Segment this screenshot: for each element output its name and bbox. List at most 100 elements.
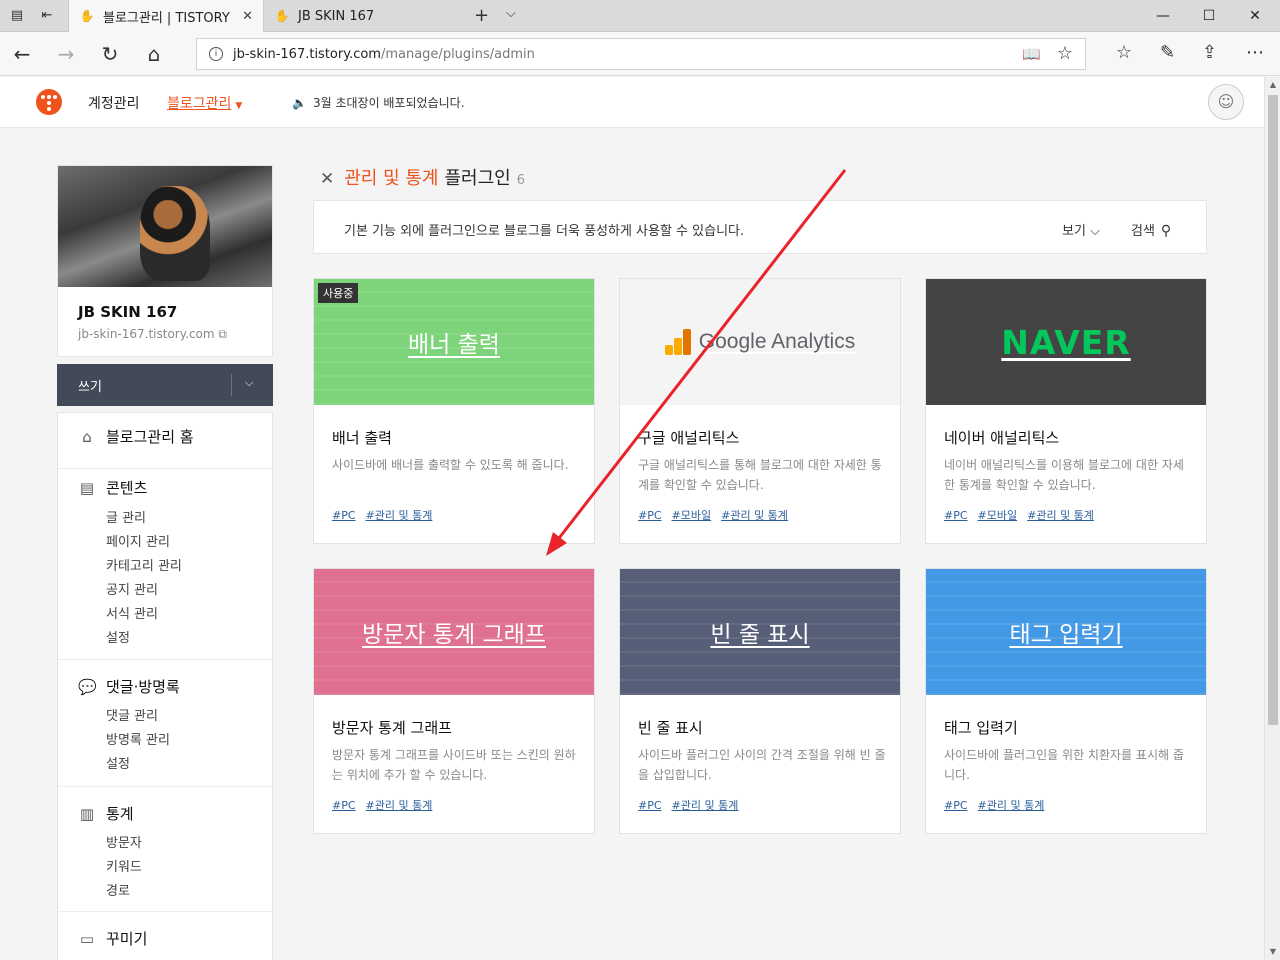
view-dropdown[interactable]: 보기 ⌵: [1062, 220, 1100, 239]
maximize-icon[interactable]: ☐: [1186, 4, 1232, 28]
url-path: /manage/plugins/admin: [380, 46, 535, 62]
sidebar-item-comments-settings[interactable]: 설정: [106, 753, 130, 772]
chevron-down-icon[interactable]: ⌵: [245, 376, 253, 390]
sidebar-item-decorate[interactable]: ▭ 꾸미기: [78, 928, 148, 949]
write-button[interactable]: 쓰기 ⌵: [57, 364, 273, 406]
tag-link[interactable]: #관리 및 통계: [672, 799, 739, 812]
view-label: 보기: [1062, 224, 1086, 239]
divider: [231, 374, 232, 396]
blog-name[interactable]: JB SKIN 167: [78, 303, 177, 321]
plugin-description: 사이드바에 플러그인을 위한 치환자를 표시해 줍니다.: [944, 748, 1184, 782]
share-icon[interactable]: ⇪: [1202, 42, 1217, 63]
minimize-icon[interactable]: —: [1140, 4, 1186, 28]
notice[interactable]: 🔈 3월 초대장이 배포되었습니다.: [292, 94, 465, 111]
address-bar[interactable]: i jb-skin-167.tistory.com/manage/plugins…: [196, 38, 1086, 70]
sidebar-item-guestbook-manage[interactable]: 방명록 관리: [106, 729, 170, 748]
favorite-star-icon[interactable]: ☆: [1057, 43, 1073, 64]
tag-link[interactable]: #PC: [332, 799, 356, 812]
scroll-thumb[interactable]: [1268, 95, 1278, 725]
analytics-bars-icon: [664, 329, 691, 355]
plugin-name: 태그 입력기: [944, 719, 1018, 737]
sidebar-item-contents[interactable]: ▤ 콘텐츠: [78, 477, 148, 498]
naver-logo: NAVER: [1001, 322, 1131, 362]
sidebar-item-visitors[interactable]: 방문자: [106, 832, 142, 851]
tag-link[interactable]: #PC: [332, 509, 356, 522]
plugin-name: 구글 애널리틱스: [638, 429, 740, 447]
tag-link[interactable]: #PC: [638, 799, 662, 812]
tag-link[interactable]: #관리 및 통계: [366, 799, 433, 812]
plugin-card-tag-input[interactable]: 태그 입력기 태그 입력기 사이드바에 플러그인을 위한 치환자를 표시해 줍니…: [925, 568, 1207, 834]
chevron-down-icon[interactable]: ⌵: [506, 6, 516, 21]
plugin-thumbnail[interactable]: 태그 입력기: [926, 569, 1206, 695]
close-icon[interactable]: ✕: [320, 169, 334, 189]
sidebar-item-page-manage[interactable]: 페이지 관리: [106, 531, 170, 550]
info-icon[interactable]: i: [209, 47, 223, 61]
pen-icon[interactable]: ✎: [1160, 42, 1175, 63]
tag-link[interactable]: #모바일: [978, 509, 1018, 522]
browser-nav-bar: ← → ↻ ⌂ i jb-skin-167.tistory.com/manage…: [0, 32, 1280, 76]
refresh-icon[interactable]: ↻: [96, 40, 124, 68]
close-window-icon[interactable]: ✕: [1232, 4, 1278, 28]
plugin-card-google-analytics[interactable]: Google Analytics 구글 애널리틱스 구글 애널리틱스를 통해 블…: [619, 278, 901, 544]
plugin-thumbnail[interactable]: 배너 출력 사용중: [314, 279, 594, 405]
scroll-up-icon[interactable]: ▲: [1265, 77, 1280, 93]
tag-link[interactable]: #PC: [638, 509, 662, 522]
plugin-thumbnail[interactable]: NAVER: [926, 279, 1206, 405]
sidebar-item-post-manage[interactable]: 글 관리: [106, 507, 146, 526]
page-title-text: 플러그인: [444, 168, 511, 189]
sidebar-item-label: 블로그관리 홈: [106, 428, 194, 446]
plugin-name: 배너 출력: [332, 429, 392, 447]
sidebar-item-stats[interactable]: ▥ 통계: [78, 803, 134, 824]
set-aside-tabs-icon[interactable]: ⇤: [38, 7, 56, 25]
tag-link[interactable]: #관리 및 통계: [721, 509, 788, 522]
tab-blog-manage[interactable]: ✋ 블로그관리 | TISTORY ✕: [68, 0, 264, 32]
search-button[interactable]: 검색 ⚲: [1131, 220, 1171, 239]
plugin-thumb-logo: NAVER: [926, 279, 1206, 405]
sidebar-item-category-manage[interactable]: 카테고리 관리: [106, 555, 182, 574]
plugin-card-blank-line[interactable]: 빈 줄 표시 빈 줄 표시 사이드바 플러그인 사이의 간격 조절을 위해 빈 …: [619, 568, 901, 834]
menu-section-stats: ▥ 통계 방문자 키워드 경로: [58, 786, 272, 911]
avatar[interactable]: ☺: [1208, 84, 1244, 120]
account-manage-link[interactable]: 계정관리: [88, 93, 140, 113]
sidebar-item-notice-manage[interactable]: 공지 관리: [106, 579, 158, 598]
sidebar-item-template-manage[interactable]: 서식 관리: [106, 603, 158, 622]
close-tab-icon[interactable]: ✕: [242, 9, 253, 24]
tag-link[interactable]: #PC: [944, 799, 968, 812]
sidebar-item-comments[interactable]: 💬 댓글·방명록: [78, 676, 180, 697]
tag-link[interactable]: #관리 및 통계: [366, 509, 433, 522]
sidebar-item-keywords[interactable]: 키워드: [106, 856, 142, 875]
tistory-logo-icon[interactable]: [36, 89, 62, 115]
blog-profile-image[interactable]: [58, 166, 272, 287]
tag-link[interactable]: #관리 및 통계: [1027, 509, 1094, 522]
home-icon[interactable]: ⌂: [140, 40, 168, 68]
plugin-thumbnail[interactable]: Google Analytics: [620, 279, 900, 405]
menu-section-contents: ▤ 콘텐츠 글 관리 페이지 관리 카테고리 관리 공지 관리 서식 관리 설정: [58, 468, 272, 659]
more-icon[interactable]: ⋯: [1246, 42, 1264, 63]
tag-link[interactable]: #모바일: [672, 509, 712, 522]
back-icon[interactable]: ←: [8, 40, 36, 68]
plugin-card-naver-analytics[interactable]: NAVER 네이버 애널리틱스 네이버 애널리틱스를 이용해 블로그에 대한 자…: [925, 278, 1207, 544]
home-icon: ⌂: [82, 427, 92, 446]
sidebar-item-comment-manage[interactable]: 댓글 관리: [106, 705, 158, 724]
forward-icon[interactable]: →: [52, 40, 80, 68]
plugin-name: 네이버 애널리틱스: [944, 429, 1060, 447]
plugin-card-visitor-graph[interactable]: 방문자 통계 그래프 방문자 통계 그래프 방문자 통계 그래프를 사이드바 또…: [313, 568, 595, 834]
plugin-thumbnail[interactable]: 빈 줄 표시: [620, 569, 900, 695]
blog-manage-link[interactable]: 블로그관리 ▼: [167, 93, 242, 113]
sidebar-item-referrers[interactable]: 경로: [106, 880, 130, 899]
reading-view-icon[interactable]: 📖: [1022, 45, 1041, 63]
sidebar-item-home[interactable]: ⌂ 블로그관리 홈: [78, 426, 194, 447]
blog-url[interactable]: jb-skin-167.tistory.com ⧉: [78, 327, 227, 342]
tag-link[interactable]: #관리 및 통계: [978, 799, 1045, 812]
plugin-card-banner[interactable]: 배너 출력 사용중 배너 출력 사이드바에 배너를 출력할 수 있도록 해 줍니…: [313, 278, 595, 544]
favorites-hub-icon[interactable]: ☆: [1116, 42, 1132, 63]
tab-jb-skin[interactable]: ✋ JB SKIN 167: [264, 0, 464, 32]
plugin-name: 방문자 통계 그래프: [332, 719, 452, 737]
sidebar-item-contents-settings[interactable]: 설정: [106, 627, 130, 646]
plugin-thumbnail[interactable]: 방문자 통계 그래프: [314, 569, 594, 695]
tab-preview-icon[interactable]: ▤: [8, 7, 26, 25]
page-scrollbar[interactable]: ▲ ▼: [1264, 77, 1280, 960]
new-tab-icon[interactable]: +: [474, 5, 489, 26]
tag-link[interactable]: #PC: [944, 509, 968, 522]
scroll-down-icon[interactable]: ▼: [1265, 944, 1280, 960]
